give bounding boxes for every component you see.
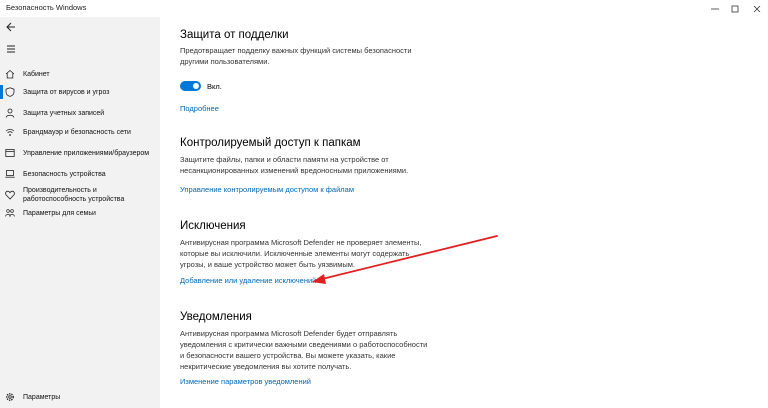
sidebar-item-label: Защита учетных записей (23, 109, 105, 117)
wifi-icon (5, 127, 15, 137)
hamburger-icon (7, 45, 15, 53)
toggle-state-label: Вкл. (207, 82, 222, 91)
main-content: Защита от подделки Предотвращает подделк… (160, 17, 768, 408)
menu-button[interactable] (3, 42, 19, 56)
sidebar: Кабинет Защита от вирусов и угроз Защита… (0, 17, 160, 408)
maximize-icon (731, 5, 739, 12)
sidebar-item-label: Брандмауэр и безопасность сети (23, 128, 131, 136)
sidebar-item-label: Безопасность устройства (23, 170, 106, 178)
minimize-button[interactable] (704, 0, 726, 17)
gear-icon (5, 392, 15, 402)
tamper-protection-toggle[interactable] (180, 81, 201, 91)
sidebar-item-settings[interactable]: Параметры (0, 388, 160, 406)
sidebar-item-device-performance[interactable]: Производительность и работоспособность у… (0, 184, 160, 206)
sidebar-item-label: Параметры для семьи (23, 209, 96, 217)
section-title-tamper-protection: Защита от подделки (180, 29, 289, 41)
sidebar-item-label: Защита от вирусов и угроз (23, 88, 110, 96)
close-button[interactable] (746, 0, 768, 17)
manage-folder-access-link[interactable]: Управление контролируемым доступом к фай… (180, 185, 354, 194)
section-title-folder-access: Контролируемый доступ к папкам (180, 137, 361, 149)
sidebar-item-label: Производительность и работоспособность у… (23, 187, 125, 203)
sidebar-item-app-browser[interactable]: Управление приложениями/браузером (0, 144, 160, 162)
section-title-notifications: Уведомления (180, 311, 252, 323)
shield-icon (5, 87, 15, 97)
section-desc-notifications: Антивирусная программа Microsoft Defende… (180, 329, 428, 371)
back-button[interactable] (3, 20, 19, 34)
sidebar-item-label: Параметры (23, 393, 61, 401)
person-icon (5, 108, 15, 118)
toggle-knob (193, 83, 199, 89)
family-icon (5, 208, 15, 218)
sidebar-item-virus-protection[interactable]: Защита от вирусов и угроз (0, 83, 160, 101)
section-desc-folder-access: Защитите файлы, папки и области памяти н… (180, 155, 409, 175)
back-arrow-icon (6, 22, 15, 32)
active-indicator (0, 85, 3, 99)
section-desc-tamper-protection: Предотвращает подделку важных функций си… (180, 46, 412, 66)
sidebar-item-label: Управление приложениями/браузером (23, 149, 150, 157)
sidebar-item-home[interactable]: Кабинет (0, 65, 160, 83)
sidebar-item-firewall[interactable]: Брандмауэр и безопасность сети (0, 123, 160, 141)
sidebar-item-family[interactable]: Параметры для семьи (0, 204, 160, 222)
section-title-exclusions: Исключения (180, 220, 246, 232)
change-notification-settings-link[interactable]: Изменение параметров уведомлений (180, 377, 311, 386)
learn-more-link[interactable]: Подробнее (180, 104, 219, 113)
laptop-icon (5, 169, 15, 179)
maximize-button[interactable] (724, 0, 746, 17)
section-desc-exclusions: Антивирусная программа Microsoft Defende… (180, 238, 422, 269)
title-bar: Безопасность Windows (0, 0, 768, 17)
heart-icon (5, 190, 15, 200)
window-title: Безопасность Windows (6, 3, 87, 12)
minimize-icon (711, 8, 719, 9)
sidebar-item-label: Кабинет (23, 70, 50, 78)
sidebar-item-account-protection[interactable]: Защита учетных записей (0, 104, 160, 122)
sidebar-item-device-security[interactable]: Безопасность устройства (0, 165, 160, 183)
close-icon (753, 5, 761, 12)
app-browser-icon (5, 148, 15, 158)
add-remove-exclusions-link[interactable]: Добавление или удаление исключений (180, 276, 316, 285)
home-icon (5, 69, 15, 79)
